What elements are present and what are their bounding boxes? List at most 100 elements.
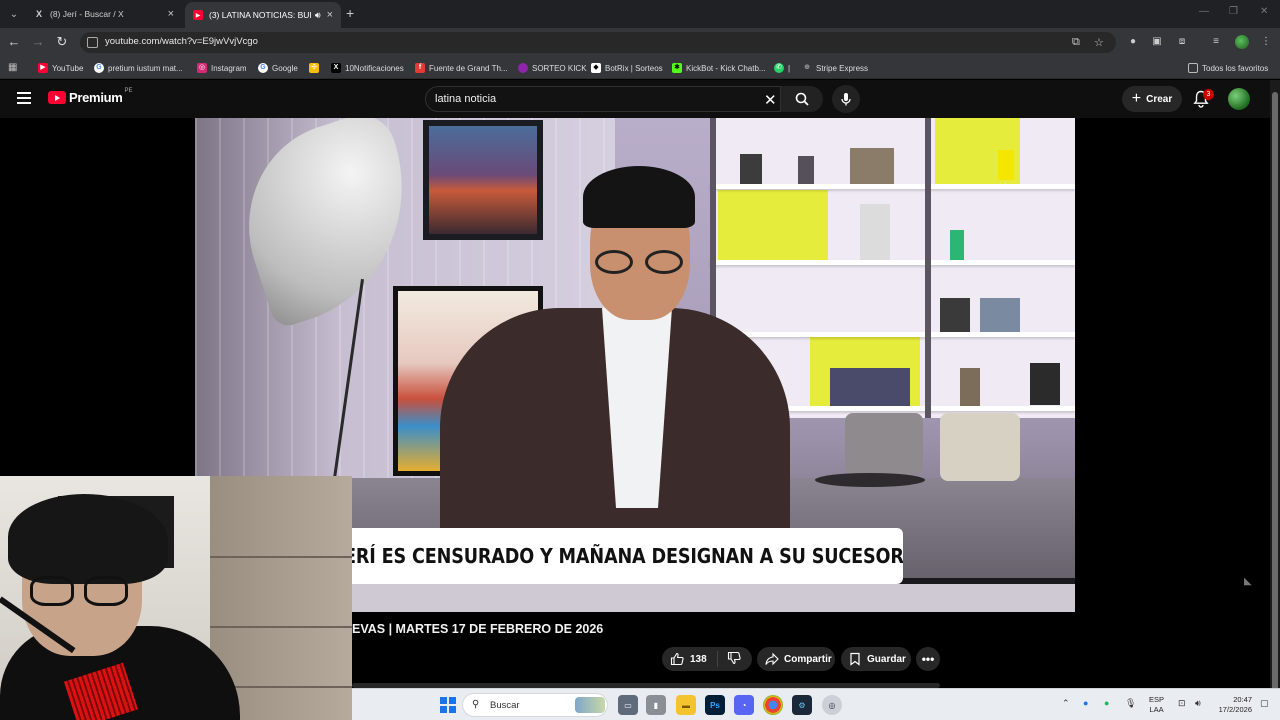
clock-date: 17/2/2026	[1218, 705, 1252, 714]
all-bookmarks[interactable]: Todos los favoritos	[1188, 61, 1268, 75]
site-info-icon[interactable]	[87, 37, 98, 48]
account-avatar[interactable]	[1228, 88, 1250, 110]
tab-x-search[interactable]: X (8) Jerí - Buscar / X ×	[26, 2, 182, 26]
bookmark-instagram[interactable]: ◎ Instagram	[197, 61, 247, 75]
windows-taskbar: ⚲ Buscar ▭ ▮ ▬ Ps ◔ ⚙ ◎ ⌃ ● ● 🎙︎ ESP LAA…	[352, 688, 1280, 720]
minimize-icon[interactable]: —	[1199, 6, 1209, 17]
streamer-glasses	[30, 576, 130, 606]
more-actions-button[interactable]: •••	[916, 647, 940, 671]
clock-time: 20:47	[1233, 695, 1252, 704]
search-icon: ⚲	[472, 699, 480, 710]
notification-center-icon[interactable]: ▢	[1260, 698, 1269, 709]
bookmark-sorteo-kick[interactable]: SORTEO KICK	[518, 61, 587, 75]
tab-search-icon[interactable]: ⌄	[5, 5, 23, 23]
app-icon[interactable]: ◎	[822, 695, 842, 715]
create-label: Crear	[1146, 93, 1173, 105]
discord-icon[interactable]: ◔	[734, 695, 754, 715]
taskbar-search[interactable]: ⚲ Buscar	[462, 693, 608, 717]
share-label: Compartir	[784, 653, 832, 665]
chrome-icon[interactable]	[763, 695, 783, 715]
search-input[interactable]: latina noticia ✕	[425, 86, 781, 112]
bookmark-pretium[interactable]: Gpretium iustum mat...	[94, 61, 183, 75]
restore-icon[interactable]: ❐	[1229, 6, 1238, 17]
page-scrollbar[interactable]	[1270, 80, 1280, 697]
bookmarks-bar: ▦ ▶ YouTube Gpretium iustum mat... ◎ Insta…	[0, 57, 1280, 79]
coffee-table	[815, 473, 925, 487]
bookmark-star-icon[interactable]: ☆	[1094, 36, 1104, 49]
share-button[interactable]: Compartir	[757, 647, 835, 671]
address-bar[interactable]: youtube.com/watch?v=E9jwVvjVcgo ⧉ ☆	[80, 32, 1116, 53]
dislike-button[interactable]	[718, 651, 750, 668]
font-icon: f	[415, 63, 425, 73]
volume-icon[interactable]: 🔊︎	[1195, 698, 1201, 709]
windows-start-icon[interactable]	[440, 697, 456, 713]
tray-app-icon[interactable]: ●	[1083, 698, 1088, 708]
back-icon[interactable]: ←	[5, 34, 23, 49]
install-icon[interactable]: ⧉	[1072, 36, 1080, 49]
bookmark-fuente-gta[interactable]: f Fuente de Grand Th...	[415, 61, 508, 75]
search-button[interactable]	[781, 86, 823, 112]
youtube-logo[interactable]: Premium PE	[48, 88, 133, 105]
create-button[interactable]: + Crear	[1122, 86, 1182, 112]
presenter-hair	[583, 166, 695, 228]
file-explorer-icon[interactable]: ▬	[676, 695, 696, 715]
like-count: 138	[690, 653, 707, 665]
search-icon	[795, 92, 809, 106]
speaker-icon[interactable]: 🔊︎	[315, 10, 321, 21]
tray-chevron-icon[interactable]: ⌃	[1062, 698, 1070, 709]
kick-icon	[518, 63, 528, 73]
scrollbar-thumb[interactable]	[1272, 92, 1278, 697]
profile-avatar[interactable]	[1235, 35, 1249, 49]
reload-icon[interactable]: ↻	[53, 34, 71, 50]
bookmark-botrix[interactable]: ◆ BotRix | Sorteos	[591, 61, 663, 75]
save-button[interactable]: Guardar	[841, 647, 911, 671]
close-icon[interactable]: ×	[168, 8, 174, 20]
clock[interactable]: 20:47 17/2/2026	[1212, 695, 1252, 715]
task-view-icon[interactable]: ▭	[618, 695, 638, 715]
microphone-icon[interactable]: 🎙︎	[1125, 698, 1136, 709]
like-button[interactable]: 138	[662, 651, 718, 667]
close-icon[interactable]: ×	[327, 9, 333, 21]
window-close-icon[interactable]: ✕	[1260, 6, 1268, 17]
google-icon: G	[258, 63, 268, 73]
tab-title: (8) Jerí - Buscar / X	[50, 9, 124, 19]
tray-app-icon[interactable]: ●	[1104, 698, 1109, 708]
apps-icon[interactable]: ▦	[8, 62, 17, 73]
bookmark-pinwheel[interactable]: ✣	[309, 61, 323, 75]
voice-search-button[interactable]	[832, 85, 860, 113]
network-icon[interactable]: ⊡	[1178, 698, 1186, 709]
taskbar-search-label: Buscar	[490, 700, 520, 711]
new-tab-button[interactable]: +	[346, 5, 354, 21]
bookmark-10notificaciones[interactable]: X 10Notificaciones	[331, 61, 404, 75]
google-icon: G	[94, 63, 104, 73]
news-headline-banner: ERÍ ES CENSURADO Y MAÑANA DESIGNAN A SU …	[352, 528, 903, 584]
bookmark-whatsapp[interactable]: ✆ |	[774, 61, 790, 75]
bookmark-google[interactable]: G Google	[258, 61, 298, 75]
steam-icon[interactable]: ⚙	[792, 695, 812, 715]
webcam-overlay	[0, 476, 352, 720]
presenter-glasses	[595, 250, 687, 274]
bookmark-label: YouTube	[52, 63, 84, 73]
bookmark-kickbot[interactable]: ✱ KickBot - Kick Chatb...	[672, 61, 766, 75]
notification-badge: 3	[1203, 89, 1214, 100]
youtube-icon: ▶	[193, 10, 203, 20]
bookmark-youtube[interactable]: ▶ YouTube	[38, 61, 83, 75]
extension-icon[interactable]: ●	[1127, 36, 1139, 48]
hamburger-menu-icon[interactable]	[17, 92, 31, 104]
tab-title: (3) LATINA NOTICIAS: BUEN	[209, 10, 311, 20]
kickbot-icon: ✱	[672, 63, 682, 73]
bookmark-label: BotRix | Sorteos	[605, 63, 663, 73]
microphone-icon	[841, 93, 851, 106]
app-icon[interactable]: ▮	[646, 695, 666, 715]
extension-icon[interactable]: ▣	[1151, 36, 1163, 48]
puzzle-icon[interactable]: ⧈	[1176, 36, 1188, 48]
menu-dots-icon[interactable]: ⋮	[1260, 36, 1272, 48]
clear-icon[interactable]: ✕	[764, 91, 777, 109]
photoshop-icon[interactable]: Ps	[705, 695, 725, 715]
tab-youtube[interactable]: ▶ (3) LATINA NOTICIAS: BUEN 🔊︎ ×	[185, 2, 341, 28]
layout-code: LAA	[1149, 705, 1164, 714]
language-indicator[interactable]: ESP LAA	[1149, 695, 1164, 715]
forward-icon[interactable]: →	[29, 34, 47, 49]
media-icon[interactable]: ≡	[1210, 36, 1222, 48]
bookmark-stripe[interactable]: ⊕ Stripe Express	[802, 61, 868, 75]
